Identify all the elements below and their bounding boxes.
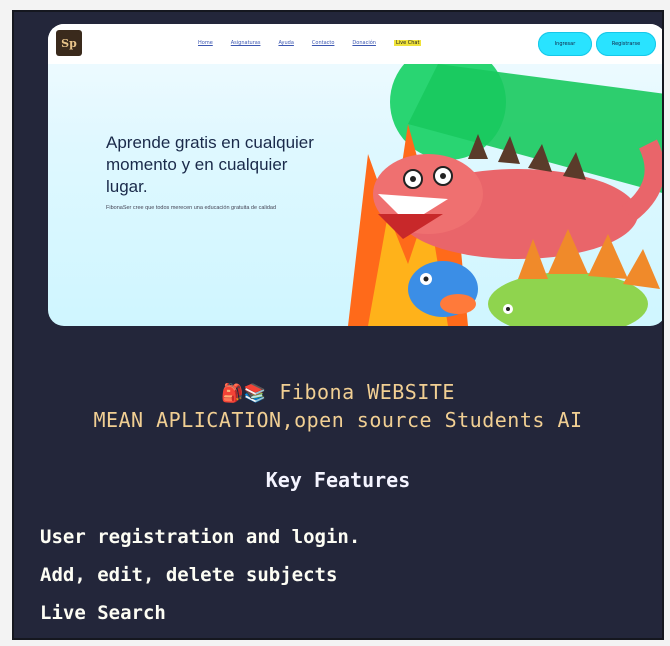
key-features-heading: Key Features xyxy=(265,468,411,492)
feature-item: Add, edit, delete subjects xyxy=(40,564,338,586)
nav-contacto[interactable]: Contacto xyxy=(312,40,335,46)
nav-links: Home Asignaturas Ayuda Contacto Donación… xyxy=(198,40,422,46)
nav-live-chat[interactable]: Live Chat xyxy=(393,40,422,46)
caption-title: 🎒📚 Fibona WEBSITE xyxy=(14,380,662,404)
nav-donacion[interactable]: Donación xyxy=(352,40,376,46)
hero-subtext: FibonaSer cree que todos merecen una edu… xyxy=(106,205,277,211)
register-button[interactable]: Registrarse xyxy=(596,32,656,56)
login-button[interactable]: Ingresar xyxy=(538,32,592,56)
navbar: Sp Home Asignaturas Ayuda Contacto Donac… xyxy=(48,24,662,64)
site-logo[interactable]: Sp xyxy=(56,30,82,56)
backpack-books-icon: 🎒📚 xyxy=(221,383,267,404)
caption-subtitle: MEAN APLICATION,open source Students AI xyxy=(93,408,583,432)
slide-frame: Sp Home Asignaturas Ayuda Contacto Donac… xyxy=(12,10,664,640)
website-screenshot: Sp Home Asignaturas Ayuda Contacto Donac… xyxy=(48,24,662,326)
caption-title-text: Fibona WEBSITE xyxy=(279,380,455,404)
nav-home[interactable]: Home xyxy=(198,40,213,46)
hero-headline: Aprende gratis en cualquier momento y en… xyxy=(106,133,314,196)
nav-ayuda[interactable]: Ayuda xyxy=(278,40,293,46)
feature-item: User registration and login. xyxy=(40,526,361,548)
nav-asignaturas[interactable]: Asignaturas xyxy=(231,40,261,46)
feature-item: Live Search xyxy=(40,602,166,624)
